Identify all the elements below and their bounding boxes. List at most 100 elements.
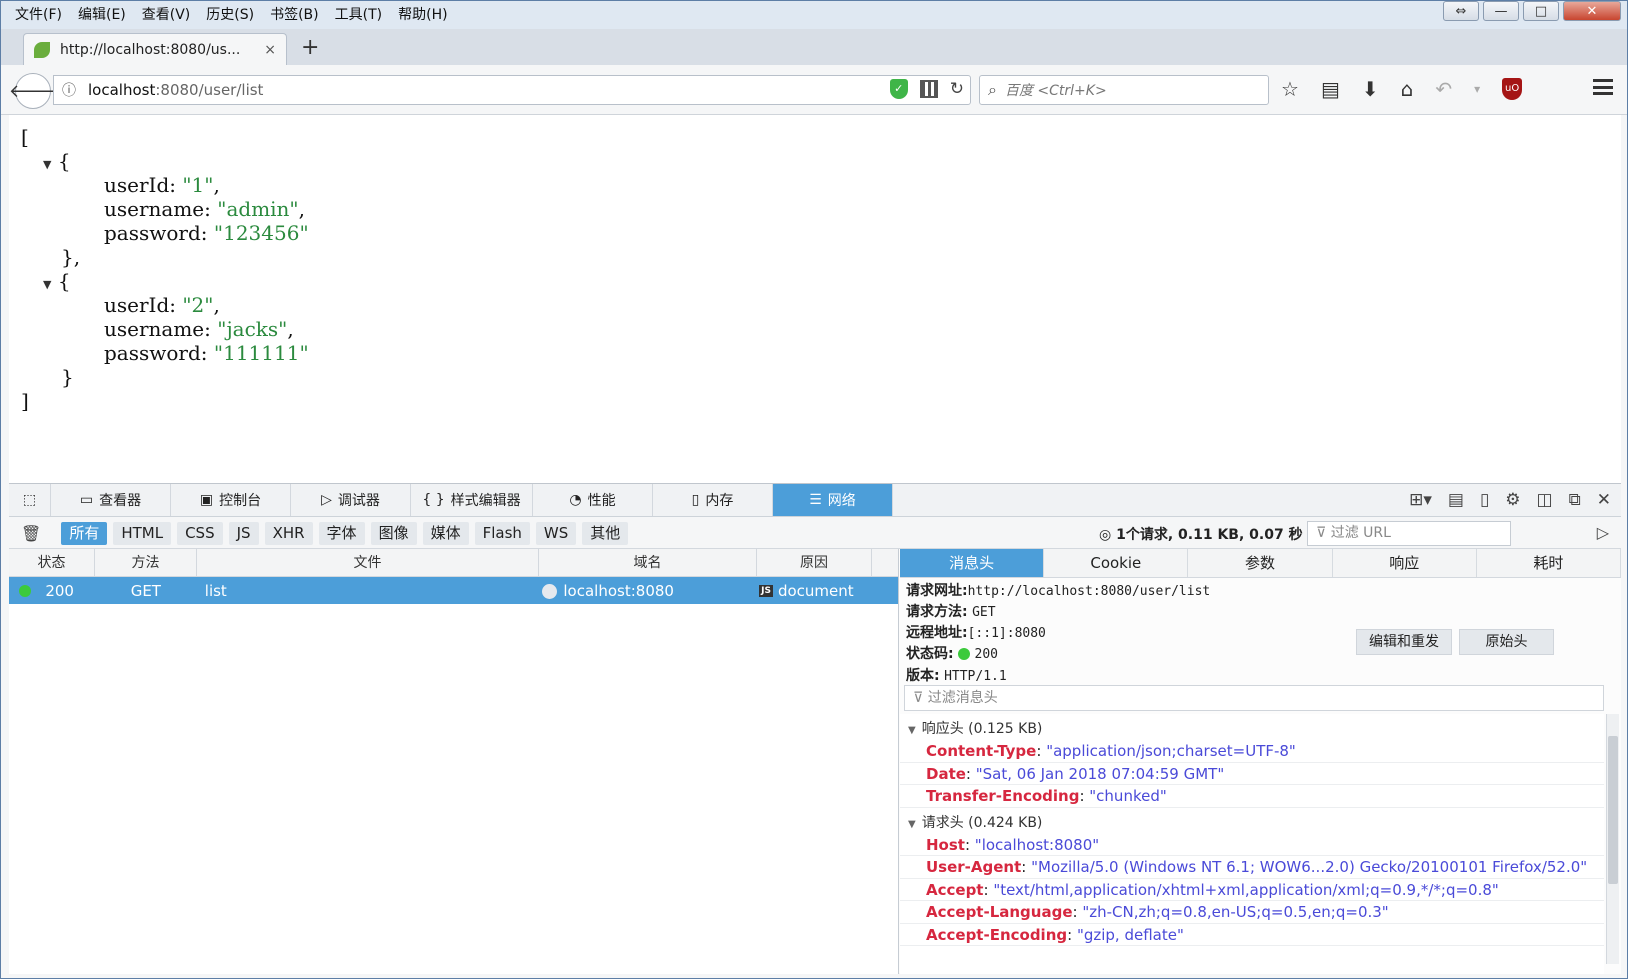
hamburger-menu-icon[interactable] (1593, 79, 1613, 95)
bookmark-star-icon[interactable]: ☆ (1281, 77, 1299, 101)
filter-media[interactable]: 媒体 (422, 522, 469, 545)
menu-tools[interactable]: 工具(T) (327, 1, 390, 29)
json-object-close: } (61, 365, 74, 389)
close-icon[interactable]: ✕ (1597, 490, 1611, 510)
dock-side-icon[interactable]: ◫ (1537, 490, 1553, 510)
request-list-header: 状态 方法 文件 域名 原因 (9, 549, 898, 577)
tab-debugger[interactable]: ▷ 调试器 (291, 484, 411, 516)
address-bar[interactable]: ⓘ localhost:8080/user/list ✓ ↻ (53, 75, 971, 105)
column-method[interactable]: 方法 (95, 549, 197, 576)
filter-xhr[interactable]: XHR (264, 522, 313, 545)
minimize-button[interactable]: — (1483, 1, 1519, 21)
filter-js[interactable]: JS (228, 522, 259, 545)
tab-headers[interactable]: 消息头 (900, 549, 1045, 577)
menu-edit[interactable]: 编辑(E) (70, 1, 134, 29)
tab-inspector[interactable]: ▭ 查看器 (51, 484, 171, 516)
tab-console[interactable]: ▣ 控制台 (171, 484, 291, 516)
table-row[interactable]: 200 GET list localhost:8080 JS document (9, 577, 898, 604)
tab-cookies[interactable]: Cookie (1044, 549, 1189, 577)
browser-tab[interactable]: http://localhost:8080/us... × (23, 33, 287, 65)
shield-icon[interactable]: ✓ (889, 79, 908, 99)
filter-other[interactable]: 其他 (582, 522, 629, 545)
layout-icon[interactable]: ⊞▾ (1409, 490, 1432, 510)
json-value: "jacks" (217, 317, 288, 341)
reload-icon[interactable]: ↻ (950, 79, 964, 99)
responsive-design-icon[interactable]: ▯ (1480, 490, 1489, 510)
filter-icon: ⊽ (913, 690, 924, 706)
filter-fonts[interactable]: 字体 (318, 522, 365, 545)
restore-button[interactable]: ⇔ (1443, 1, 1479, 21)
menu-view[interactable]: 查看(V) (134, 1, 199, 29)
tab-memory[interactable]: ▯ 内存 (653, 484, 773, 516)
tab-strip: http://localhost:8080/us... × + (1, 29, 1627, 65)
json-value: "123456" (213, 221, 309, 245)
new-tab-button[interactable]: + (301, 35, 319, 60)
filter-all[interactable]: 所有 (61, 522, 108, 545)
tab-timings[interactable]: 耗时 (1477, 549, 1622, 577)
summary-text: 1个请求, 0.11 KB, 0.07 秒 (1116, 527, 1303, 543)
request-headers-section[interactable]: ▼ 请求头 (0.424 KB) (900, 812, 1604, 834)
undo-icon[interactable]: ↶ (1435, 77, 1452, 101)
chevron-down-icon[interactable]: ▾ (1474, 82, 1480, 96)
download-icon[interactable]: ⬇ (1362, 77, 1379, 101)
header-filter-input[interactable]: ⊽ 过滤消息头 (904, 685, 1604, 711)
json-object-open: { (57, 149, 71, 173)
maximize-button[interactable]: □ (1523, 1, 1559, 21)
menu-help[interactable]: 帮助(H) (390, 1, 455, 29)
collapse-toggle-icon[interactable]: ▼ (43, 158, 51, 171)
search-input[interactable]: ⌕ 百度 <Ctrl+K> (979, 75, 1269, 105)
url-path: :8080/user/list (155, 81, 264, 99)
pick-element-icon[interactable]: ⬚ (9, 484, 51, 516)
menu-history[interactable]: 历史(S) (198, 1, 262, 29)
toggle-sidebar-icon[interactable]: ▷ (1597, 523, 1609, 542)
close-window-button[interactable]: ✕ (1563, 1, 1621, 21)
column-file[interactable]: 文件 (197, 549, 539, 576)
scrollbar-thumb[interactable] (1608, 736, 1618, 884)
headers-scrollbar[interactable] (1606, 714, 1619, 964)
filter-html[interactable]: HTML (113, 522, 172, 545)
request-details-panel: 消息头 Cookie 参数 响应 耗时 请求网址:http://localhos… (900, 549, 1622, 974)
filter-ws[interactable]: WS (535, 522, 577, 545)
raw-headers-button[interactable]: 原始头 (1459, 629, 1554, 655)
reading-list-icon[interactable]: ▤ (1321, 77, 1340, 101)
search-placeholder: 百度 <Ctrl+K> (1004, 83, 1107, 99)
browser-window: 文件(F) 编辑(E) 查看(V) 历史(S) 书签(B) 工具(T) 帮助(H… (0, 0, 1628, 979)
edit-resend-button[interactable]: 编辑和重发 (1356, 629, 1452, 655)
ublock-icon[interactable]: uO (1502, 78, 1523, 100)
column-status[interactable]: 状态 (9, 549, 95, 576)
request-list: 状态 方法 文件 域名 原因 200 GET list localhost:80… (9, 549, 899, 974)
back-button[interactable]: 🡐 (9, 73, 57, 109)
menu-bookmarks[interactable]: 书签(B) (262, 1, 327, 29)
undock-icon[interactable]: ⧉ (1569, 490, 1581, 510)
filter-flash[interactable]: Flash (474, 522, 530, 545)
collapse-toggle-icon[interactable]: ▼ (43, 278, 51, 291)
filter-images[interactable]: 图像 (370, 522, 417, 545)
tab-params[interactable]: 参数 (1188, 549, 1333, 577)
spring-leaf-icon (34, 41, 50, 58)
tab-network[interactable]: ☰ 网络 (773, 484, 893, 516)
home-icon[interactable]: ⌂ (1401, 77, 1414, 101)
column-domain[interactable]: 域名 (539, 549, 757, 576)
menu-file[interactable]: 文件(F) (7, 1, 70, 29)
response-headers-section[interactable]: ▼ 响应头 (0.125 KB) (900, 718, 1604, 740)
split-console-icon[interactable]: ▤ (1448, 490, 1464, 510)
json-object-close: }, (61, 245, 81, 269)
debugger-icon: ▷ (321, 492, 332, 508)
filter-css[interactable]: CSS (177, 522, 223, 545)
qr-code-icon[interactable] (919, 80, 938, 98)
header-name: Date (926, 764, 966, 783)
tab-response[interactable]: 响应 (1333, 549, 1477, 577)
url-filter-input[interactable]: ⊽ 过滤 URL (1307, 521, 1511, 546)
tab-title: http://localhost:8080/us... (60, 41, 241, 58)
json-key: username (104, 317, 205, 341)
header-name: Host (926, 835, 965, 854)
trash-icon[interactable]: 🗑 (21, 524, 41, 543)
close-tab-icon[interactable]: × (264, 42, 276, 58)
info-icon[interactable]: ⓘ (54, 80, 84, 100)
tab-style-editor[interactable]: { } 样式编辑器 (411, 484, 533, 516)
json-key: username (104, 197, 205, 221)
tab-performance[interactable]: ◔ 性能 (533, 484, 653, 516)
column-cause[interactable]: 原因 (757, 549, 872, 576)
gear-icon[interactable]: ⚙ (1505, 490, 1520, 510)
field-label: 远程地址: (906, 625, 968, 641)
